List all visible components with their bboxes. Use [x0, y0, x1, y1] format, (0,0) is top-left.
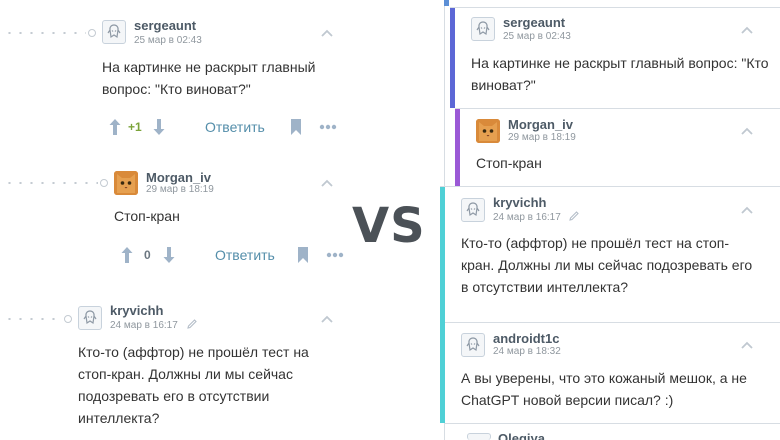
edit-pencil-icon — [187, 319, 197, 329]
comment-date[interactable]: 24 мар в 18:32 — [493, 346, 561, 357]
comment-author[interactable]: sergeaunt — [134, 18, 196, 33]
thread-node — [88, 29, 96, 37]
thread-dots — [4, 318, 62, 320]
thread-bar — [440, 187, 445, 423]
chevron-up-icon[interactable] — [320, 314, 334, 324]
thread-bar — [455, 109, 460, 186]
avatar[interactable] — [461, 333, 485, 357]
avatar[interactable] — [78, 306, 102, 330]
comment-text: Кто-то (аффтор) не прошёл тест на стоп-к… — [78, 344, 309, 426]
arrow-up-icon[interactable] — [120, 246, 134, 264]
thread-dots — [4, 32, 86, 34]
comment-date[interactable]: 25 мар в 02:43 — [503, 31, 571, 42]
comment-text: А вы уверены, что это кожаный мешок, а н… — [461, 370, 747, 408]
chevron-up-icon[interactable] — [320, 178, 334, 188]
reply-button[interactable]: Ответить — [215, 247, 275, 263]
more-dots-icon[interactable] — [319, 124, 337, 130]
comment-date[interactable]: 29 мар в 18:19 — [146, 184, 214, 195]
arrow-up-icon[interactable] — [108, 118, 122, 136]
avatar[interactable] — [114, 171, 138, 195]
avatar[interactable] — [467, 433, 491, 440]
comment-date[interactable]: 25 мар в 02:43 — [134, 35, 202, 46]
chevron-up-icon[interactable] — [740, 205, 754, 215]
divider — [455, 108, 780, 109]
chevron-up-icon[interactable] — [320, 28, 334, 38]
vote-score: 0 — [144, 248, 151, 262]
avatar[interactable] — [102, 20, 126, 44]
vote-score: +1 — [128, 120, 142, 134]
comment-text: Кто-то (аффтор) не прошёл тест на стоп-к… — [461, 235, 753, 295]
chevron-up-icon[interactable] — [740, 126, 754, 136]
thread-node — [64, 315, 72, 323]
comment-date[interactable]: 24 мар в 16:17 — [493, 212, 561, 223]
comment-author[interactable]: kryvichh — [110, 303, 163, 318]
comment-actions: +1 Ответить — [108, 118, 348, 138]
thread-bar — [450, 8, 455, 108]
arrow-down-icon[interactable] — [152, 118, 166, 136]
comment-author[interactable]: Morgan_iv — [146, 170, 211, 185]
divider — [440, 186, 780, 187]
bookmark-icon[interactable] — [297, 247, 309, 263]
comment-author[interactable]: sergeaunt — [503, 15, 565, 30]
comment-date[interactable]: 29 мар в 18:19 — [508, 132, 576, 143]
avatar[interactable] — [461, 198, 485, 222]
reply-button[interactable]: Ответить — [205, 119, 265, 135]
thread-node — [100, 179, 108, 187]
thread-dots — [4, 182, 98, 184]
comment-actions: 0 Ответить — [120, 246, 350, 266]
avatar[interactable] — [471, 17, 495, 41]
chevron-up-icon[interactable] — [740, 25, 754, 35]
chevron-up-icon[interactable] — [740, 340, 754, 350]
more-dots-icon[interactable] — [326, 252, 344, 258]
divider — [450, 7, 780, 8]
comment-author[interactable]: Olegiya — [498, 431, 545, 440]
comment-author[interactable]: Morgan_iv — [508, 117, 573, 132]
comment-text: Стоп-кран — [476, 155, 542, 171]
edit-pencil-icon — [569, 211, 579, 221]
avatar[interactable] — [476, 119, 500, 143]
vs-label: VS — [352, 198, 426, 254]
comment-text: На картинке не раскрыт главный вопрос: "… — [471, 55, 769, 93]
arrow-down-icon[interactable] — [162, 246, 176, 264]
bookmark-icon[interactable] — [290, 119, 302, 135]
divider — [445, 322, 780, 323]
comment-date[interactable]: 24 мар в 16:17 — [110, 320, 178, 331]
comment-text: На картинке не раскрыт главный вопрос: "… — [102, 59, 316, 97]
comment-text: Стоп-кран — [114, 208, 180, 224]
comment-author[interactable]: kryvichh — [493, 195, 546, 210]
comment-author[interactable]: androidt1c — [493, 331, 559, 346]
divider — [445, 423, 780, 424]
